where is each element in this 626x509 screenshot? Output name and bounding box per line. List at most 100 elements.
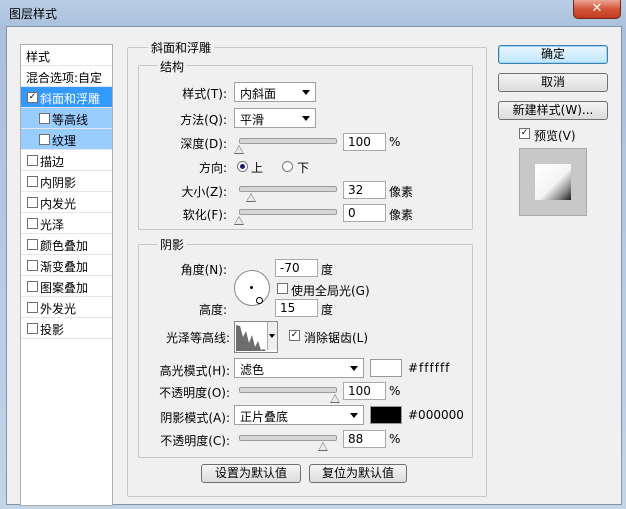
size-label: 大小(Z): (181, 185, 227, 199)
depth-label: 深度(D): (180, 137, 227, 151)
size-slider-track[interactable] (239, 186, 337, 192)
title-bar[interactable]: 图层样式 ✕ (0, 0, 626, 26)
direction-up-label: 上 (251, 161, 264, 175)
style-item-label: 斜面和浮雕 (40, 92, 101, 106)
shadow-opacity-input[interactable]: 88 (343, 430, 386, 448)
new-style-button[interactable]: 新建样式(W)... (498, 101, 608, 120)
style-item-label: 描边 (40, 155, 65, 169)
anti-aliased-label: 消除锯齿(L) (304, 331, 369, 345)
shadow-opacity-track[interactable] (239, 435, 337, 441)
ok-button[interactable]: 确定 (498, 45, 608, 64)
size-unit: 像素 (389, 185, 414, 199)
bevel-style-select[interactable]: 内斜面 (234, 82, 316, 102)
style-item-checkbox[interactable] (39, 134, 50, 145)
window-title: 图层样式 (9, 7, 58, 21)
style-item-checkbox[interactable]: ✓ (27, 92, 38, 103)
style-item-checkbox[interactable] (27, 176, 38, 187)
angle-label: 角度(N): (180, 263, 227, 277)
cancel-button[interactable]: 取消 (498, 73, 608, 92)
blending-options-item[interactable]: 混合选项:自定 (21, 66, 112, 87)
anti-aliased-checkbox[interactable]: ✓ (289, 330, 300, 341)
direction-down-label: 下 (297, 161, 310, 175)
shadow-color-hex: #000000 (408, 408, 464, 422)
chevron-down-icon (302, 116, 310, 121)
highlight-mode-label: 高光模式(H): (159, 364, 230, 378)
style-item[interactable]: 光泽 (21, 213, 112, 234)
style-item[interactable]: 图案叠加 (21, 276, 112, 297)
style-item[interactable]: 纹理 (21, 129, 112, 150)
style-item-label: 等高线 (52, 113, 89, 127)
style-item-checkbox[interactable] (27, 260, 38, 271)
highlight-opacity-thumb[interactable] (330, 394, 340, 403)
style-item-label: 内发光 (40, 197, 77, 211)
make-default-button[interactable]: 设置为默认值 (201, 464, 301, 483)
shadow-opacity-unit: % (389, 432, 401, 446)
chevron-down-icon (302, 90, 310, 95)
shadow-opacity-thumb[interactable] (318, 442, 329, 451)
soften-label: 软化(F): (182, 208, 227, 222)
highlight-color-swatch[interactable] (370, 359, 402, 377)
close-button[interactable]: ✕ (573, 0, 621, 19)
style-item-label: 内阴影 (40, 176, 77, 190)
preview-checkbox[interactable]: ✓ (519, 128, 530, 139)
close-icon: ✕ (591, 1, 603, 16)
soften-slider-track[interactable] (239, 209, 337, 215)
highlight-color-hex: #ffffff (408, 361, 451, 375)
style-item[interactable]: 内阴影 (21, 171, 112, 192)
depth-slider-thumb[interactable] (234, 145, 244, 154)
style-item-checkbox[interactable] (27, 197, 38, 208)
style-item-checkbox[interactable] (39, 113, 50, 124)
style-item-label: 纹理 (52, 134, 77, 148)
chevron-down-icon (350, 413, 358, 418)
reset-default-button[interactable]: 复位为默认值 (309, 464, 407, 483)
highlight-mode-select[interactable]: 滤色 (234, 358, 364, 378)
style-item-checkbox[interactable] (27, 239, 38, 250)
technique-select[interactable]: 平滑 (234, 108, 316, 128)
highlight-opacity-track[interactable] (239, 387, 337, 393)
highlight-opacity-input[interactable]: 100 (343, 382, 386, 400)
soften-unit: 像素 (389, 208, 414, 222)
style-item[interactable]: ✓ 斜面和浮雕 (21, 87, 112, 108)
angle-dial[interactable] (234, 270, 270, 306)
soften-input[interactable]: 0 (343, 204, 386, 222)
contour-dropdown[interactable] (267, 322, 277, 350)
technique-label: 方法(Q): (180, 113, 227, 127)
depth-input[interactable]: 100 (343, 133, 386, 151)
style-item-checkbox[interactable] (27, 281, 38, 292)
style-item-checkbox[interactable] (27, 302, 38, 313)
style-item-checkbox[interactable] (27, 323, 38, 334)
gloss-contour-label: 光泽等高线: (165, 331, 230, 345)
soften-slider-thumb[interactable] (234, 216, 244, 225)
dialog-body: 样式 混合选项:自定 ✓ 斜面和浮雕 等高线 纹理 描边 内阴影 内发光 光泽 颜色叠加 渐变叠加… (6, 26, 622, 506)
style-item[interactable]: 内发光 (21, 192, 112, 213)
shadow-mode-label: 阴影模式(A): (160, 411, 230, 425)
style-preview-thumbnail (519, 148, 587, 216)
angle-input[interactable]: -70 (275, 259, 318, 277)
angle-dial-handle[interactable] (256, 297, 263, 304)
style-item[interactable]: 渐变叠加 (21, 255, 112, 276)
global-light-checkbox[interactable] (277, 283, 288, 294)
style-item[interactable]: 描边 (21, 150, 112, 171)
direction-up-radio[interactable] (237, 161, 248, 172)
style-item-label: 图案叠加 (40, 281, 89, 295)
style-item[interactable]: 等高线 (21, 108, 112, 129)
style-item[interactable]: 投影 (21, 318, 112, 339)
shadow-mode-select[interactable]: 正片叠底 (234, 405, 364, 425)
style-item-label: 投影 (40, 323, 65, 337)
style-item[interactable]: 颜色叠加 (21, 234, 112, 255)
contour-curve-icon (236, 323, 266, 351)
size-slider-thumb[interactable] (246, 193, 257, 202)
global-light-label: 使用全局光(G) (291, 284, 370, 298)
altitude-input[interactable]: 15 (275, 299, 318, 317)
shadow-color-swatch[interactable] (370, 406, 402, 424)
size-input[interactable]: 32 (343, 181, 386, 199)
depth-slider-track[interactable] (239, 138, 337, 144)
direction-label: 方向: (198, 161, 227, 175)
style-item-label: 外发光 (40, 302, 77, 316)
gloss-contour-picker[interactable] (234, 321, 278, 353)
style-list-header[interactable]: 样式 (21, 45, 112, 66)
style-item-checkbox[interactable] (27, 155, 38, 166)
style-item-checkbox[interactable] (27, 218, 38, 229)
style-item[interactable]: 外发光 (21, 297, 112, 318)
direction-down-radio[interactable] (282, 161, 293, 172)
